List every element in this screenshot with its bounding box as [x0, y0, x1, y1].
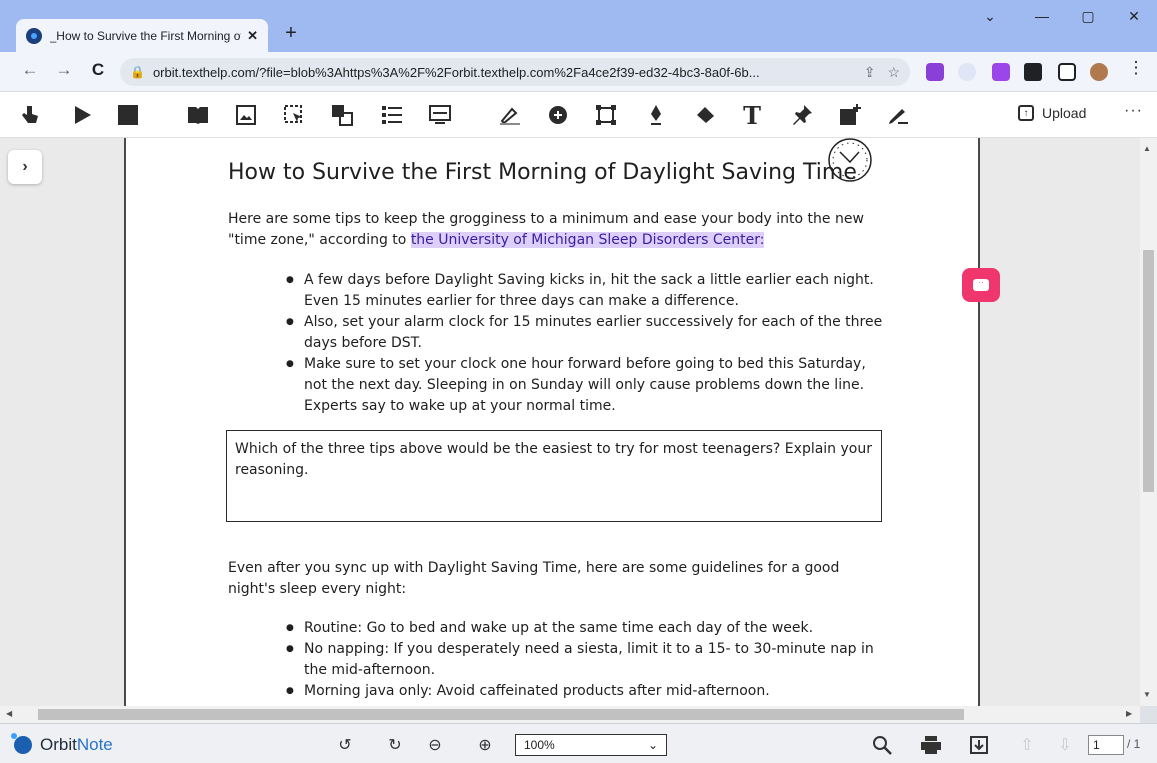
orbitnote-logo-icon: [11, 733, 32, 754]
dictionary-icon[interactable]: [186, 103, 210, 127]
upload-icon: ↑: [1018, 105, 1034, 121]
url-text: orbit.texthelp.com/?file=blob%3Ahttps%3A…: [152, 64, 760, 80]
extensions-puzzle-icon[interactable]: [1024, 63, 1042, 81]
close-window-button[interactable]: ✕: [1120, 8, 1148, 25]
zoom-out-icon[interactable]: ⊖: [424, 735, 446, 755]
highlighted-text[interactable]: the University of Michigan Sleep Disorde…: [410, 232, 760, 248]
highlighter-icon[interactable]: [498, 103, 522, 127]
guidelines-intro-paragraph: Even after you sync up with Daylight Sav…: [228, 560, 840, 597]
browser-tab[interactable]: _How to Survive the First Morning of Day…: [16, 19, 268, 52]
next-page-icon[interactable]: ⇩: [1054, 735, 1076, 755]
scroll-right-arrow-icon[interactable]: ▶: [1126, 709, 1132, 718]
navigation-bar: ← → C 🔒 orbit.texthelp.com/?file=blob%3A…: [0, 52, 1157, 92]
shape-tool-icon[interactable]: [594, 103, 618, 127]
horizontal-scrollbar[interactable]: ◀ ▶: [0, 706, 1140, 723]
download-icon[interactable]: [968, 735, 990, 755]
document-title: How to Survive the First Morning of Dayl…: [228, 160, 857, 185]
extension-1-icon[interactable]: [926, 63, 944, 81]
profile-avatar[interactable]: [1090, 63, 1108, 81]
horizontal-scroll-thumb[interactable]: [38, 709, 964, 720]
question-box[interactable]: Which of the three tips above would be t…: [226, 430, 882, 522]
browser-menu-icon[interactable]: ⋮: [1124, 58, 1148, 78]
orbitnote-extension-icon[interactable]: [958, 63, 976, 81]
list-item: Morning java only: Avoid caffeinated pro…: [286, 681, 886, 702]
highlighted-colon: :: [759, 232, 765, 248]
pin-icon[interactable]: [790, 103, 814, 127]
chevron-down-icon: ⌄: [647, 738, 658, 752]
address-bar[interactable]: 🔒 orbit.texthelp.com/?file=blob%3Ahttps%…: [120, 58, 910, 86]
list-item: Routine: Go to bed and wake up at the sa…: [286, 618, 886, 639]
upload-button[interactable]: ↑ Upload: [1018, 105, 1086, 121]
minimize-button[interactable]: —: [1028, 8, 1056, 24]
document-viewer: › How to Survive the First Morning of Da…: [0, 138, 1157, 706]
list-item: Make sure to set your clock one hour for…: [286, 354, 886, 417]
add-image-icon[interactable]: [838, 103, 862, 127]
scroll-left-arrow-icon[interactable]: ◀: [6, 709, 12, 718]
play-icon[interactable]: [70, 103, 94, 127]
rotate-clockwise-icon[interactable]: ↻: [384, 735, 406, 755]
bookmark-star-icon[interactable]: ☆: [887, 64, 900, 81]
screen-mask-icon[interactable]: [428, 103, 452, 127]
list-item: No napping: If you desperately need a si…: [286, 639, 886, 681]
document-page: How to Survive the First Morning of Dayl…: [124, 138, 980, 706]
orbitnote-toolbar: T ↑ Upload ···: [0, 92, 1157, 138]
reload-icon[interactable]: C: [86, 60, 110, 80]
vertical-scrollbar[interactable]: ▲ ▼: [1140, 138, 1157, 706]
scroll-up-arrow-icon[interactable]: ▲: [1143, 144, 1151, 153]
text-tool-icon[interactable]: T: [740, 101, 764, 130]
orbitnote-logo: Orbit Note: [11, 733, 113, 755]
share-icon[interactable]: ⇪: [864, 64, 876, 81]
new-tab-button[interactable]: +: [280, 22, 302, 45]
tab-close-icon[interactable]: ✕: [247, 28, 258, 44]
maximize-button[interactable]: ▢: [1074, 8, 1102, 25]
search-icon[interactable]: [872, 735, 894, 755]
eraser-circle-icon[interactable]: [546, 103, 570, 127]
tab-search-button[interactable]: ⌄: [976, 8, 1004, 25]
clock-icon: [828, 138, 872, 182]
more-options-button[interactable]: ···: [1124, 102, 1143, 120]
stop-icon[interactable]: [116, 103, 140, 127]
fill-bucket-icon[interactable]: [694, 103, 718, 127]
brand-name-part2: Note: [76, 735, 113, 754]
bottom-bar: Orbit Note ↺ ↻ ⊖ ⊕ 100% ⌄ ⇧ ⇩ 1 / 1: [0, 723, 1157, 763]
question-text: Which of the three tips above would be t…: [235, 441, 872, 478]
tab-title: _How to Survive the First Morning of Day…: [49, 28, 241, 43]
back-arrow-icon[interactable]: ←: [18, 60, 42, 80]
browser-window: _How to Survive the First Morning of Day…: [0, 0, 1157, 763]
sidebar-toggle-chevron-icon[interactable]: ›: [8, 150, 42, 184]
zoom-in-icon[interactable]: ⊕: [474, 735, 496, 755]
scroll-down-arrow-icon[interactable]: ▼: [1143, 690, 1151, 699]
side-panel-icon[interactable]: [1058, 63, 1076, 81]
vertical-scroll-thumb[interactable]: [1143, 250, 1154, 492]
list-item: Also, set your alarm clock for 15 minute…: [286, 312, 886, 354]
forward-arrow-icon[interactable]: →: [52, 60, 76, 80]
orbitnote-favicon-icon: [26, 27, 42, 44]
signature-pen-icon[interactable]: [886, 103, 910, 127]
click-to-speak-icon[interactable]: [18, 103, 42, 127]
list-icon[interactable]: [380, 103, 404, 127]
list-item: A few days before Daylight Saving kicks …: [286, 270, 886, 312]
upload-label: Upload: [1042, 105, 1087, 121]
comment-bubble-icon: ··: [973, 279, 989, 291]
extension-3-icon[interactable]: [992, 63, 1010, 81]
tab-strip: _How to Survive the First Morning of Day…: [0, 0, 1157, 52]
tips-list: A few days before Daylight Saving kicks …: [286, 270, 886, 417]
brand-name-part1: Orbit: [40, 735, 77, 754]
zoom-value: 100%: [524, 738, 555, 752]
intro-paragraph: Here are some tips to keep the groggines…: [228, 209, 888, 251]
pen-tool-icon[interactable]: [644, 103, 668, 127]
lock-icon: 🔒: [130, 65, 145, 79]
picture-dictionary-icon[interactable]: [234, 103, 258, 127]
screen-reader-select-icon[interactable]: [282, 103, 306, 127]
page-total: / 1: [1127, 737, 1141, 751]
add-comment-button[interactable]: ··: [962, 268, 1000, 302]
page-number-input[interactable]: 1: [1088, 735, 1124, 755]
zoom-select[interactable]: 100% ⌄: [515, 734, 667, 756]
guidelines-list: Routine: Go to bed and wake up at the sa…: [286, 618, 886, 702]
previous-page-icon[interactable]: ⇧: [1016, 735, 1038, 755]
rotate-counterclockwise-icon[interactable]: ↺: [334, 735, 356, 755]
print-icon[interactable]: [920, 735, 942, 755]
translator-icon[interactable]: [330, 103, 354, 127]
